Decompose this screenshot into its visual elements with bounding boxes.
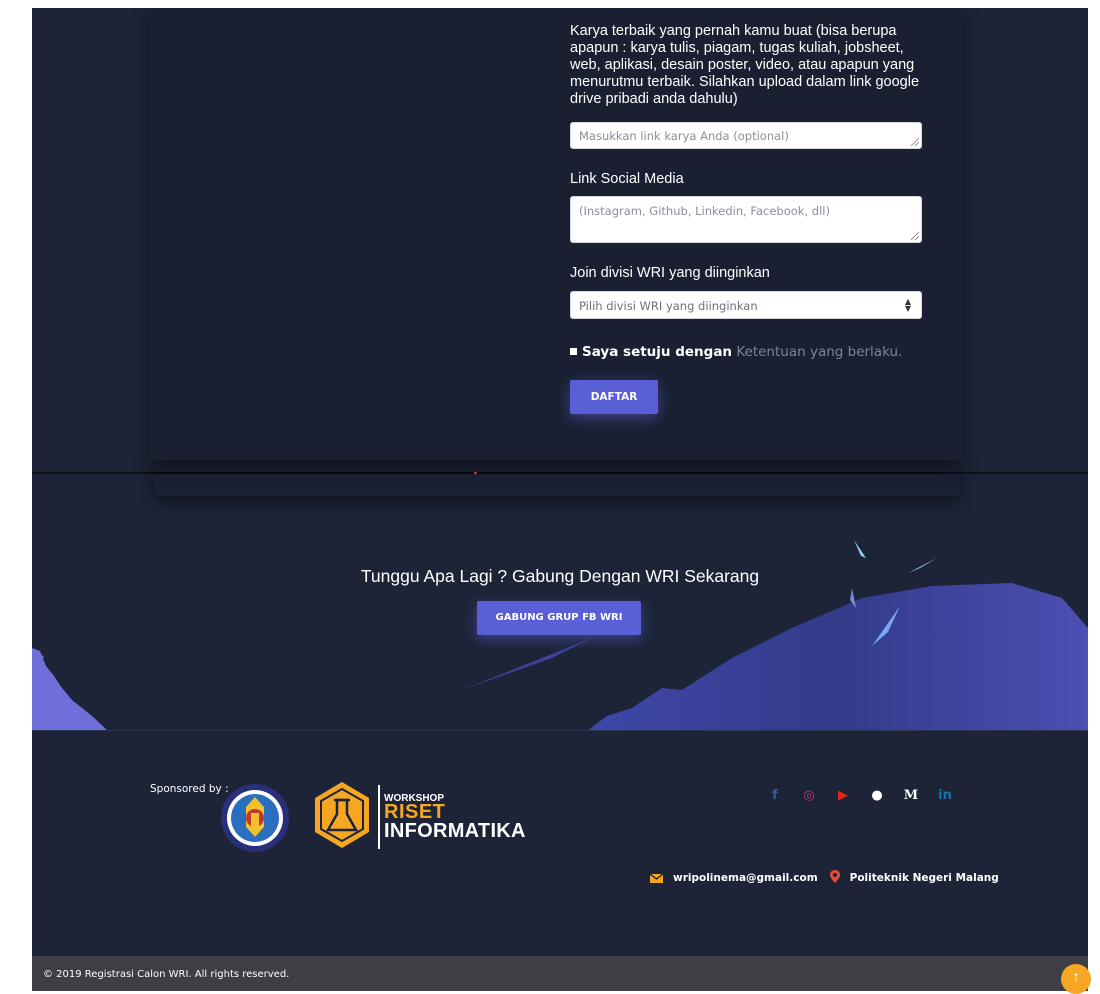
agree-checkbox[interactable] — [570, 348, 577, 355]
divisi-select[interactable]: Pilih divisi WRI yang diinginkan ▲ ▼ — [570, 291, 922, 319]
card-shadow — [154, 460, 960, 496]
registration-form: Karya terbaik yang pernah kamu buat (bis… — [570, 16, 922, 414]
social-media-input[interactable]: (Instagram, Github, Linkedin, Facebook, … — [570, 196, 922, 243]
copyright-bar: © 2019 Registrasi Calon WRI. All rights … — [32, 956, 1088, 991]
arrow-up-icon: ↑ — [1072, 969, 1080, 986]
hill-shape — [587, 583, 1088, 731]
wri-logo-separator — [378, 785, 380, 849]
email-icon — [650, 873, 663, 883]
social-links: f ◎ ▶ ● M in — [758, 788, 962, 803]
resize-handle-icon[interactable] — [911, 138, 919, 146]
select-arrows-icon: ▲ ▼ — [904, 297, 911, 313]
streak-shape — [462, 638, 592, 690]
social-label: Link Social Media — [570, 171, 684, 187]
feather-left-shape — [854, 540, 866, 558]
resize-handle-icon[interactable] — [911, 232, 919, 240]
daftar-button[interactable]: DAFTAR — [570, 380, 658, 414]
facebook-icon[interactable]: f — [758, 788, 792, 803]
left-rock-shape — [32, 648, 108, 731]
wri-logo-informatika: INFORMATIKA — [384, 820, 526, 842]
polinema-logo — [221, 784, 289, 852]
wri-logo-riset: RISET — [384, 801, 446, 823]
sponsored-label: Sponsored by : — [150, 783, 229, 795]
footer-divider — [32, 730, 1088, 731]
terms-link[interactable]: Ketentuan yang berlaku. — [736, 344, 902, 360]
wri-logo-text: WORKSHOP RISET INFORMATIKA — [384, 793, 584, 841]
join-fb-group-button[interactable]: GABUNG GRUP FB WRI — [477, 601, 641, 635]
location-icon — [829, 870, 840, 886]
wri-logo-hexagon — [315, 782, 369, 848]
divisi-label: Join divisi WRI yang diinginkan — [570, 265, 770, 281]
github-icon[interactable]: ● — [860, 788, 894, 803]
divisi-selected-value: Pilih divisi WRI yang diinginkan — [579, 299, 758, 313]
karya-label: Karya terbaik yang pernah kamu buat (bis… — [570, 23, 920, 107]
copyright-text: © 2019 Registrasi Calon WRI. All rights … — [43, 969, 290, 980]
section-divider-dark — [152, 472, 942, 474]
linkedin-icon[interactable]: in — [928, 788, 962, 803]
karya-link-placeholder: Masukkan link karya Anda (optional) — [579, 129, 789, 143]
agree-text: Saya setuju dengan — [582, 344, 733, 360]
scroll-to-top-button[interactable]: ↑ — [1061, 964, 1091, 994]
agree-checkbox-row[interactable]: Saya setuju dengan Ketentuan yang berlak… — [570, 344, 922, 360]
social-media-placeholder: (Instagram, Github, Linkedin, Facebook, … — [579, 204, 830, 218]
contact-info: wripolinema@gmail.com Politeknik Negeri … — [650, 870, 999, 886]
email-text[interactable]: wripolinema@gmail.com — [673, 872, 818, 884]
page-frame: Karya terbaik yang pernah kamu buat (bis… — [32, 8, 1088, 991]
location-text: Politeknik Negeri Malang — [849, 872, 999, 884]
instagram-icon[interactable]: ◎ — [792, 788, 826, 803]
youtube-icon[interactable]: ▶ — [826, 788, 860, 803]
karya-link-input[interactable]: Masukkan link karya Anda (optional) — [570, 122, 922, 149]
cta-heading: Tunggu Apa Lagi ? Gabung Dengan WRI Seka… — [360, 566, 760, 586]
medium-icon[interactable]: M — [894, 788, 928, 803]
divider-accent — [474, 472, 477, 474]
